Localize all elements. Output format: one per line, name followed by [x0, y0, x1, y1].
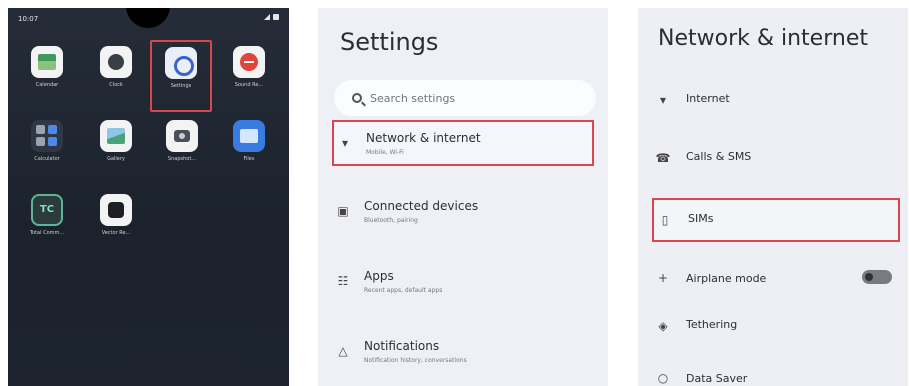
network-item-sims[interactable]: ▯ SIMs: [652, 198, 900, 242]
settings-screen: Settings ▾ Network & internet Mobile, Wi…: [318, 8, 608, 386]
item-subtitle: Recent apps, default apps: [364, 286, 443, 294]
app-label: Total Comm...: [29, 230, 65, 236]
files-icon: [233, 120, 265, 152]
app-label: Files: [243, 156, 255, 162]
app-calendar[interactable]: Calendar: [16, 46, 78, 88]
tethering-icon: ◈: [658, 319, 668, 333]
app-settings[interactable]: Settings: [150, 40, 212, 112]
item-title: Apps: [364, 268, 394, 283]
clock-icon: [100, 46, 132, 78]
app-vector[interactable]: Vector Re...: [85, 194, 147, 236]
wifi-icon: ▾: [341, 136, 349, 150]
network-item-data-saver[interactable]: ○ Data Saver: [652, 356, 900, 386]
item-title: Notifications: [364, 338, 440, 353]
sound-recorder-icon: [233, 46, 265, 78]
item-title: Connected devices: [364, 198, 479, 213]
home-screen: 10:07 Calendar Clock Settings Sound Re..…: [8, 8, 289, 386]
camera-icon: [166, 120, 198, 152]
app-label: Vector Re...: [101, 230, 131, 236]
wifi-icon: ▾: [659, 93, 667, 107]
item-title: Internet: [686, 91, 730, 105]
settings-item-connected-devices[interactable]: ▣ Connected devices Bluetooth, pairing: [332, 188, 594, 234]
app-label: Snapshot...: [167, 156, 197, 162]
settings-item-network[interactable]: ▾ Network & internet Mobile, Wi-Fi: [332, 120, 594, 166]
sim-icon: ▯: [661, 213, 669, 227]
settings-item-apps[interactable]: ☷ Apps Recent apps, default apps: [332, 258, 594, 304]
status-bar-time: 10:07: [18, 15, 39, 23]
app-label: Calculator: [34, 156, 60, 162]
battery-icon: [273, 14, 279, 20]
app-clock[interactable]: Clock: [85, 46, 147, 88]
search-icon: [352, 93, 362, 103]
devices-icon: ▣: [337, 204, 349, 218]
gallery-icon: [100, 120, 132, 152]
calls-icon: ☎: [655, 151, 671, 165]
apps-icon: ☷: [337, 274, 349, 288]
item-title: Tethering: [686, 317, 738, 331]
app-label: Calendar: [35, 82, 59, 88]
app-total-commander[interactable]: Total Comm...: [16, 194, 78, 236]
page-title: Network & internet: [658, 26, 868, 51]
item-title: SIMs: [688, 211, 714, 225]
settings-item-notifications[interactable]: △ Notifications Notification history, co…: [332, 328, 594, 374]
network-screen: Network & internet ▾ Internet ☎ Calls & …: [638, 8, 908, 386]
airplane-icon: +: [657, 271, 669, 285]
network-item-tethering[interactable]: ◈ Tethering: [652, 304, 900, 348]
app-label: Clock: [109, 82, 123, 88]
total-commander-icon: [31, 194, 63, 226]
bell-icon: △: [338, 344, 348, 358]
settings-icon: [165, 47, 197, 79]
item-title: Network & internet: [366, 130, 481, 145]
item-title: Calls & SMS: [686, 149, 752, 163]
search-input[interactable]: [370, 91, 570, 105]
calculator-icon: [31, 120, 63, 152]
signal-icon: [264, 14, 270, 20]
status-bar-icons: [264, 14, 279, 20]
data-saver-icon: ○: [657, 371, 669, 385]
app-camera[interactable]: Snapshot...: [151, 120, 213, 162]
search-bar[interactable]: [334, 80, 596, 116]
calendar-icon: [31, 46, 63, 78]
network-item-airplane-mode[interactable]: + Airplane mode: [652, 256, 900, 300]
network-item-internet[interactable]: ▾ Internet: [652, 78, 900, 122]
item-subtitle: Mobile, Wi-Fi: [366, 148, 404, 156]
app-label: Gallery: [107, 156, 125, 162]
network-item-calls-sms[interactable]: ☎ Calls & SMS: [652, 136, 900, 180]
app-calculator[interactable]: Calculator: [16, 120, 78, 162]
app-label: Sound Re...: [234, 82, 264, 88]
camera-notch: [126, 8, 170, 28]
vector-icon: [100, 194, 132, 226]
airplane-mode-toggle[interactable]: [862, 270, 892, 284]
item-title: Airplane mode: [686, 271, 767, 285]
app-label: Settings: [170, 83, 192, 89]
app-gallery[interactable]: Gallery: [85, 120, 147, 162]
item-title: Data Saver: [686, 371, 748, 385]
item-subtitle: Notification history, conversations: [364, 356, 467, 364]
app-files[interactable]: Files: [218, 120, 280, 162]
app-sound-recorder[interactable]: Sound Re...: [218, 46, 280, 88]
item-subtitle: Bluetooth, pairing: [364, 216, 418, 224]
page-title: Settings: [340, 28, 439, 56]
